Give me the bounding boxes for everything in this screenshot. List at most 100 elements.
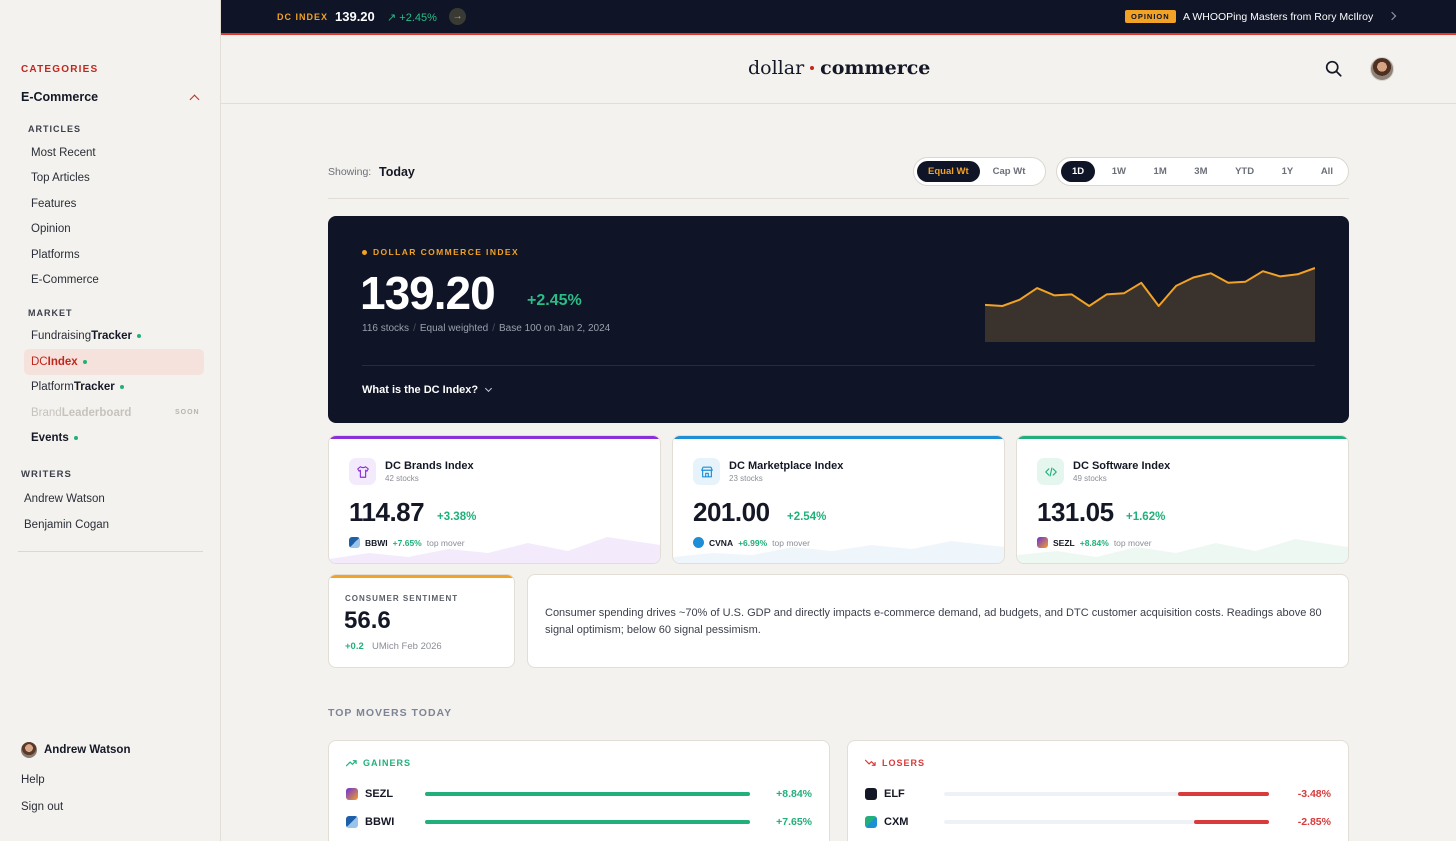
range-1y-button[interactable]: 1Y <box>1271 161 1305 182</box>
sentiment-change: +0.2 <box>345 641 364 652</box>
bar-track <box>944 820 1269 824</box>
sidebar-item-platform-tracker[interactable]: PlatformTracker <box>31 381 124 393</box>
sidebar-item-top-articles[interactable]: Top Articles <box>31 172 90 184</box>
row-change: +8.84% <box>776 788 812 800</box>
category-name: E-Commerce <box>21 90 99 104</box>
opinion-headline[interactable]: A WHOOPing Masters from Rory McIlroy <box>1183 11 1373 23</box>
gainers-card: GAINERS SEZL +8.84% BBWI +7.65% <box>328 740 830 841</box>
ticker-change: ↗ +2.45% <box>387 12 437 24</box>
dc-brands-card[interactable]: DC Brands Index 42 stocks 114.87 +3.38% … <box>328 435 661 564</box>
card-accent <box>673 436 1004 439</box>
item-prefix: Fundraising <box>31 330 92 342</box>
controls-divider <box>328 198 1349 199</box>
live-dot-icon <box>82 359 87 364</box>
sezl-logo-icon <box>346 788 358 800</box>
row-change: -3.48% <box>1297 788 1331 800</box>
cap-weight-button[interactable]: Cap Wt <box>982 161 1037 182</box>
sidebar-item-e-commerce[interactable]: E-Commerce <box>31 274 99 286</box>
help-link[interactable]: Help <box>21 774 45 786</box>
hero-change: +2.45% <box>527 292 582 309</box>
dc-software-card[interactable]: DC Software Index 49 stocks 131.05 +1.62… <box>1016 435 1349 564</box>
sign-out-link[interactable]: Sign out <box>21 801 63 813</box>
equal-weight-button[interactable]: Equal Wt <box>917 161 980 182</box>
brand-first: dollar <box>748 57 805 79</box>
range-ytd-button[interactable]: YTD <box>1224 161 1265 182</box>
sidebar-item-fundraising-tracker[interactable]: FundraisingTracker <box>31 330 142 342</box>
gainers-label: GAINERS <box>363 758 412 768</box>
loser-row[interactable]: CXM -2.85% <box>865 814 1331 830</box>
cvna-logo-icon <box>693 537 704 548</box>
hero-label-text: DOLLAR COMMERCE INDEX <box>373 247 520 257</box>
hero-value: 139.20 <box>360 267 496 319</box>
showing-label: Showing: <box>328 166 372 178</box>
card-stock-count: 42 stocks <box>385 474 419 483</box>
item-prefix: Platform <box>31 381 74 393</box>
card-title: DC Software Index <box>1073 460 1171 472</box>
range-all-button[interactable]: All <box>1310 161 1344 182</box>
gainer-bar <box>425 820 750 824</box>
meta-stocks: 116 stocks <box>362 323 410 334</box>
range-3m-button[interactable]: 3M <box>1183 161 1218 182</box>
category-toggle[interactable]: E-Commerce <box>21 90 201 104</box>
code-icon <box>1037 458 1064 485</box>
sentiment-label: CONSUMER SENTIMENT <box>345 594 459 603</box>
row-ticker: CXM <box>884 816 909 828</box>
arrow-right-icon[interactable]: → <box>449 8 466 25</box>
brand-second: commerce <box>820 57 931 79</box>
card-stock-count: 49 stocks <box>1073 474 1107 483</box>
trend-down-icon <box>865 759 876 766</box>
dc-marketplace-card[interactable]: DC Marketplace Index 23 stocks 201.00 +2… <box>672 435 1005 564</box>
site-header: dollar commerce <box>221 37 1456 104</box>
mover-ticker: SEZL <box>1053 537 1075 548</box>
cxm-logo-icon <box>865 816 877 828</box>
brand-logo[interactable]: dollar commerce <box>748 57 930 79</box>
user-profile[interactable]: Andrew Watson <box>21 742 130 758</box>
losers-header: LOSERS <box>865 758 925 768</box>
sidebar-item-platforms[interactable]: Platforms <box>31 249 80 261</box>
sidebar-item-opinion[interactable]: Opinion <box>31 223 71 235</box>
sidebar-item-events[interactable]: Events <box>31 432 78 444</box>
sidebar-item-features[interactable]: Features <box>31 198 76 210</box>
item-prefix: Brand <box>31 407 62 419</box>
row-change: +7.65% <box>776 816 812 828</box>
losers-card: LOSERS ELF -3.48% CXM -2.85% <box>847 740 1349 841</box>
sentiment-description: Consumer spending drives ~70% of U.S. GD… <box>545 607 1322 636</box>
mover-label: top mover <box>772 537 810 548</box>
ticker-bar: DC INDEX 139.20 ↗ +2.45% → OPINION A WHO… <box>221 0 1456 35</box>
writer-benjamin-cogan[interactable]: Benjamin Cogan <box>24 519 109 531</box>
search-icon[interactable] <box>1325 60 1342 77</box>
brand-dot-icon <box>810 66 815 70</box>
top-mover: BBWI +7.65% top mover <box>349 537 465 548</box>
sentiment-value: 56.6 <box>344 607 391 634</box>
avatar[interactable] <box>1370 57 1394 81</box>
sidebar-item-most-recent[interactable]: Most Recent <box>31 147 96 159</box>
opinion-badge: OPINION <box>1125 10 1176 23</box>
gainer-row[interactable]: SEZL +8.84% <box>346 786 812 802</box>
chevron-right-icon[interactable] <box>1387 11 1397 21</box>
loser-bar <box>1194 820 1269 824</box>
loser-bar <box>1178 792 1269 796</box>
item-prefix: DC <box>31 356 48 368</box>
range-1m-button[interactable]: 1M <box>1143 161 1178 182</box>
mover-change: +7.65% <box>392 537 422 548</box>
sidebar-item-brand-leaderboard: BrandLeaderboard <box>31 407 131 419</box>
what-is-dc-index-toggle[interactable]: What is the DC Index? <box>362 384 493 396</box>
gainer-row[interactable]: BBWI +7.65% <box>346 814 812 830</box>
card-title: DC Marketplace Index <box>729 460 844 472</box>
categories-label: CATEGORIES <box>21 64 99 75</box>
card-change: +2.54% <box>787 511 827 523</box>
card-value: 201.00 <box>693 497 770 527</box>
writers-label: WRITERS <box>21 469 72 480</box>
card-accent <box>329 436 660 439</box>
dc-index-hero: DOLLAR COMMERCE INDEX 139.20 +2.45% 116 … <box>328 216 1349 423</box>
sidebar-item-dc-index[interactable]: DCIndex <box>31 356 87 368</box>
loser-row[interactable]: ELF -3.48% <box>865 786 1331 802</box>
weight-toggle: Equal Wt Cap Wt <box>913 157 1046 186</box>
avatar <box>21 742 37 758</box>
gainer-bar <box>425 792 750 796</box>
sparkline-area <box>985 268 1315 342</box>
range-1d-button[interactable]: 1D <box>1061 161 1096 182</box>
writer-andrew-watson[interactable]: Andrew Watson <box>24 493 105 505</box>
trend-up-icon <box>346 760 357 767</box>
range-1w-button[interactable]: 1W <box>1101 161 1137 182</box>
